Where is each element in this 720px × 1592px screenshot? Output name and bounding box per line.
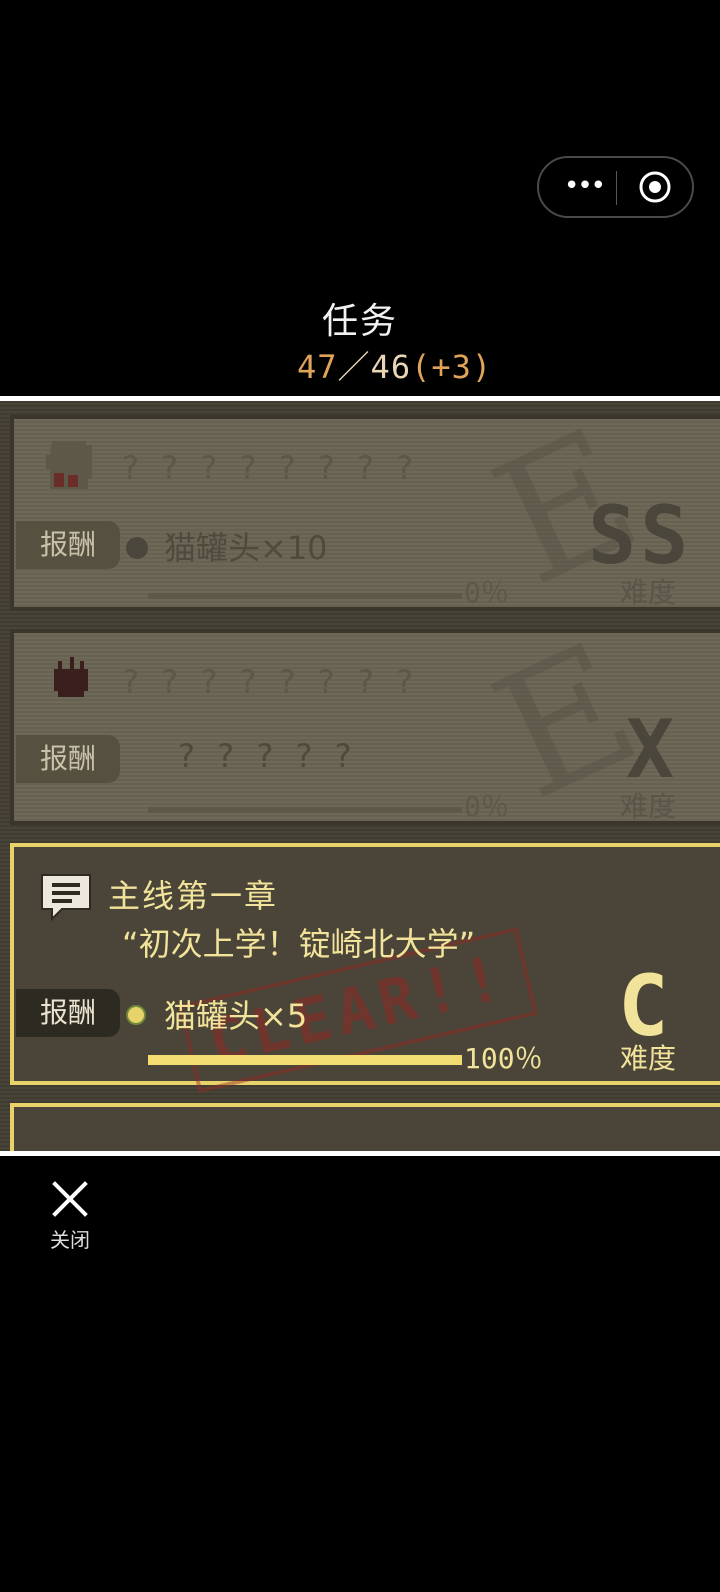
close-icon [52,1181,88,1217]
task-card[interactable]: E ? ? ? ? ? ? ? ? 报酬 猫罐头×10 0％ SS 难度 [10,401,720,624]
progress-fill [148,1055,462,1065]
task-counter: 47／46(+3) [297,342,492,388]
progress-bar [148,593,462,599]
task-card[interactable]: E ? ? ? ? ? ? ? ? 报酬 ? ? ? ? ? 0％ X 难度 [10,606,720,838]
task-card-partial[interactable] [10,1103,720,1151]
reward-text: ? ? ? ? ? [178,737,358,775]
counter-done: 47 [297,348,338,386]
cat-portrait-icon [54,657,88,697]
more-icon[interactable]: ••• [559,173,609,200]
difficulty-label: 难度 [620,790,677,823]
progress-bar [148,1055,462,1065]
progress-percent: 0％ [464,576,509,609]
reward-text: 猫罐头×5 [164,997,308,1035]
task-list[interactable]: E ? ? ? ? ? ? ? ? 报酬 猫罐头×10 0％ SS 难度 E ?… [0,401,720,1151]
ghost-portrait-icon [46,441,92,489]
counter-bonus: (+3) [411,348,493,386]
grade-letter: SS [588,489,693,582]
capsule-divider [616,171,617,205]
task-name: ? ? ? ? ? ? ? ? [122,449,420,487]
cat-can-icon [126,537,148,559]
reward-tag: 报酬 [16,989,120,1037]
reward-text: 猫罐头×10 [164,529,328,567]
difficulty-label: 难度 [620,576,677,609]
progress-bar [148,807,462,813]
close-button[interactable]: 关闭 [40,1180,100,1260]
page-title: 任务 [321,301,398,342]
counter-total: 46 [370,348,412,386]
target-icon[interactable] [639,171,671,203]
reward-tag: 报酬 [16,735,120,783]
progress-percent: 0％ [464,790,509,823]
reward-tag: 报酬 [16,521,120,569]
close-label: 关闭 [50,1228,90,1252]
task-name: ? ? ? ? ? ? ? ? [122,663,420,701]
mini-program-capsule: ••• [537,156,694,218]
divider [0,1151,720,1156]
speech-bubble-icon [41,874,91,922]
task-name: 主线第一章 [108,877,279,915]
counter-separator: ／ [337,348,371,386]
task-card[interactable]: CLEAR!! 主线第一章 “初次上学！锭崎北大学” 报酬 猫罐头×5 100％… [10,843,720,1093]
task-subtitle: “初次上学！锭崎北大学” [122,925,476,963]
progress-percent: 100％ [464,1042,543,1075]
difficulty-label: 难度 [620,1042,677,1075]
cat-can-icon [126,1005,146,1025]
grade-letter: X [626,703,675,796]
